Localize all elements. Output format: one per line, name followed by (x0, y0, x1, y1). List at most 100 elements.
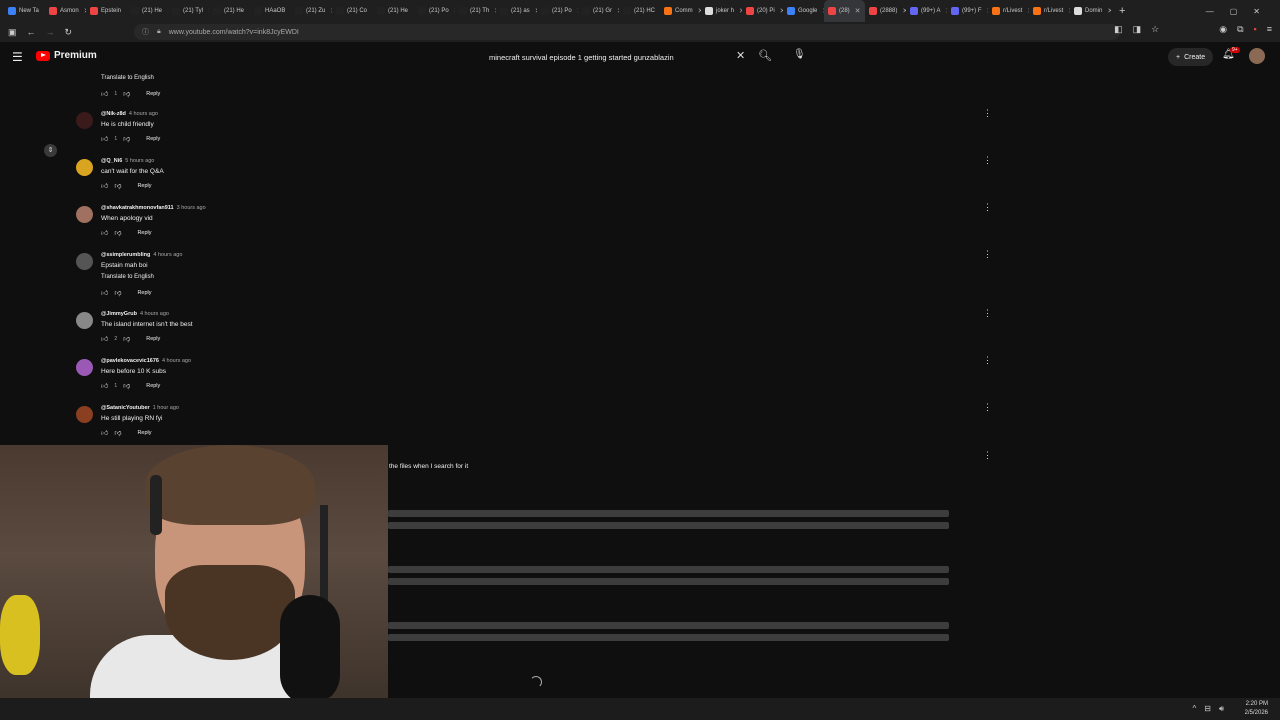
account-avatar[interactable] (1249, 48, 1265, 64)
browser-tab[interactable]: (21) HC✕ (619, 0, 660, 22)
browser-tab[interactable]: Comm ✕ (660, 0, 701, 22)
thumbs-up-icon[interactable]: 👍︎ (101, 288, 108, 297)
browser-tab[interactable]: r/Livest✕ (1029, 0, 1070, 22)
reply-button[interactable]: Reply (146, 91, 160, 97)
browser-tab[interactable]: Epstein✕ (86, 0, 127, 22)
thumbs-down-icon[interactable]: 👎︎ (114, 181, 121, 190)
author-handle[interactable]: @Q_Ni6 (101, 158, 122, 164)
browser-tab[interactable]: HAaOB✕ (250, 0, 291, 22)
browser-tab[interactable]: (99+) A✕ (906, 0, 947, 22)
comment-menu-icon[interactable]: ⋮ (983, 355, 992, 366)
browser-tab[interactable]: (21) Th✕ (455, 0, 496, 22)
commenter-avatar[interactable] (76, 406, 93, 423)
browser-tab[interactable]: (28) ✕ (824, 0, 865, 22)
browser-tab[interactable]: Asmon✕ (45, 0, 86, 22)
volume-icon[interactable]: 🔊︎ (1219, 704, 1224, 714)
browser-tab[interactable]: (21) Gr✕ (578, 0, 619, 22)
thumbs-down-icon[interactable]: 👎︎ (123, 89, 130, 98)
commenter-avatar[interactable] (76, 312, 93, 329)
network-icon[interactable]: ⊟ (1204, 704, 1211, 714)
browser-tab[interactable]: Domin ✕ (1070, 0, 1111, 22)
comment-menu-icon[interactable]: ⋮ (983, 155, 992, 166)
thumbs-up-icon[interactable]: 👍︎ (101, 428, 108, 437)
reload-icon[interactable]: ↻ (65, 27, 73, 38)
back-icon[interactable]: ← (27, 27, 36, 37)
comment-author[interactable]: @Nik-z8d 4 hours ago (101, 111, 158, 117)
browser-tab[interactable]: (21) He✕ (373, 0, 414, 22)
browser-tab[interactable]: (2888) ✕ (865, 0, 906, 22)
reply-button[interactable]: Reply (137, 183, 151, 189)
thumbs-up-icon[interactable]: 👍︎ (101, 334, 108, 343)
reply-button[interactable]: Reply (146, 383, 160, 389)
thumbs-up-icon[interactable]: 👍︎ (101, 134, 108, 143)
expand-collapse-icon[interactable]: ⇕ (44, 144, 57, 157)
comment-author[interactable]: @ssimplerumbling 4 hours ago (101, 252, 182, 258)
translate-link[interactable]: Translate to English (101, 75, 154, 81)
new-tab-icon[interactable]: + (1119, 5, 1125, 17)
minimize-icon[interactable]: — (1206, 7, 1214, 16)
taskbar-clock[interactable]: 2:20 PM 2/5/2026 (1245, 700, 1268, 718)
browser-tab[interactable]: (21) as✕ (496, 0, 537, 22)
comment-timestamp[interactable]: 4 hours ago (153, 252, 182, 258)
comment-menu-icon[interactable]: ⋮ (983, 108, 992, 119)
browser-tab[interactable]: (20) Pi ✕ (742, 0, 783, 22)
extensions-puzzle-icon[interactable]: ⧉ (1237, 24, 1243, 35)
browser-tab[interactable]: (21) Po✕ (537, 0, 578, 22)
comment-timestamp[interactable]: 1 hour ago (153, 405, 179, 411)
site-info-icon[interactable]: ⓘ (142, 27, 149, 37)
author-handle[interactable]: @pavlekovacevic1676 (101, 358, 159, 364)
comment-author[interactable]: @SatanicYoutuber 1 hour ago (101, 405, 179, 411)
browser-tab[interactable]: (21) Co✕ (332, 0, 373, 22)
browser-menu-icon[interactable]: ≡ (1267, 24, 1272, 35)
comment-menu-icon[interactable]: ⋮ (983, 249, 992, 260)
commenter-avatar[interactable] (76, 359, 93, 376)
author-handle[interactable]: @Nik-z8d (101, 111, 126, 117)
thumbs-up-icon[interactable]: 👍︎ (101, 381, 108, 390)
browser-tab[interactable]: (21) Po✕ (414, 0, 455, 22)
thumbs-down-icon[interactable]: 👎︎ (123, 334, 130, 343)
tab-close-icon[interactable]: ✕ (1107, 7, 1111, 15)
comment-timestamp[interactable]: 5 hours ago (125, 158, 154, 164)
comment-author[interactable]: @JimmyGrub 4 hours ago (101, 311, 169, 317)
comment-timestamp[interactable]: 4 hours ago (140, 311, 169, 317)
browser-tab[interactable]: New Ta✕ (4, 0, 45, 22)
thumbs-down-icon[interactable]: 👎︎ (114, 228, 121, 237)
search-icon[interactable]: 🔍︎ (758, 49, 772, 62)
bookmark-star-icon[interactable]: ☆ (1151, 24, 1159, 35)
reply-button[interactable]: Reply (146, 336, 160, 342)
comment-timestamp[interactable]: 4 hours ago (129, 111, 158, 117)
commenter-avatar[interactable] (76, 206, 93, 223)
maximize-icon[interactable]: ▢ (1230, 7, 1238, 16)
close-window-icon[interactable]: ✕ (1253, 7, 1260, 16)
create-button[interactable]: + Create (1168, 48, 1214, 66)
extension-icon[interactable]: ◨ (1133, 24, 1142, 35)
reply-button[interactable]: Reply (146, 136, 160, 142)
clear-search-icon[interactable]: ✕ (736, 49, 745, 62)
author-handle[interactable]: @SatanicYoutuber (101, 405, 150, 411)
translate-link[interactable]: Translate to English (101, 274, 154, 280)
thumbs-down-icon[interactable]: 👎︎ (123, 134, 130, 143)
commenter-avatar[interactable] (76, 112, 93, 129)
browser-tab[interactable]: (21) He✕ (209, 0, 250, 22)
address-bar[interactable]: ⓘ 🔒︎ www.youtube.com/watch?v=ink8JcyEWDI (134, 24, 1120, 40)
comment-menu-icon[interactable]: ⋮ (983, 450, 992, 461)
thumbs-up-icon[interactable]: 👍︎ (101, 228, 108, 237)
reply-button[interactable]: Reply (137, 230, 151, 236)
thumbs-up-icon[interactable]: 👍︎ (101, 181, 108, 190)
browser-tab[interactable]: Google✕ (783, 0, 824, 22)
commenter-avatar[interactable] (76, 159, 93, 176)
comment-timestamp[interactable]: 3 hours ago (177, 205, 206, 211)
browser-tab[interactable]: r/Livest✕ (988, 0, 1029, 22)
comment-author[interactable]: @pavlekovacevic1676 4 hours ago (101, 358, 191, 364)
comment-menu-icon[interactable]: ⋮ (983, 402, 992, 413)
thumbs-down-icon[interactable]: 👎︎ (123, 381, 130, 390)
browser-tab[interactable]: joker h ✕ (701, 0, 742, 22)
comment-author[interactable]: @Q_Ni6 5 hours ago (101, 158, 154, 164)
thumbs-down-icon[interactable]: 👎︎ (114, 428, 121, 437)
browser-tab[interactable]: (99+) F✕ (947, 0, 988, 22)
browser-tab[interactable]: (21) Tyl✕ (168, 0, 209, 22)
search-input[interactable]: minecraft survival episode 1 getting sta… (481, 46, 750, 68)
comment-timestamp[interactable]: 4 hours ago (162, 358, 191, 364)
comment-menu-icon[interactable]: ⋮ (983, 202, 992, 213)
hamburger-menu-icon[interactable]: ☰ (12, 50, 23, 64)
